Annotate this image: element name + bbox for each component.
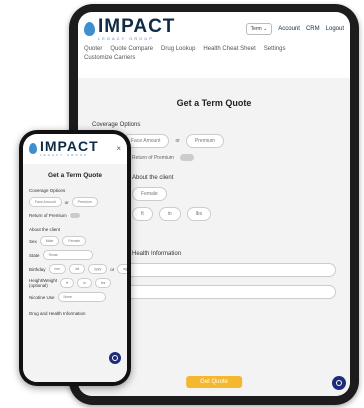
logo-subtext: LEGACY GROUP: [98, 36, 154, 41]
nav-quoter[interactable]: Quoter: [84, 46, 102, 52]
phone-logo-subtext: LEGACY GROUP: [40, 153, 88, 157]
phone-chat-button[interactable]: [109, 352, 121, 364]
close-icon[interactable]: ×: [116, 144, 121, 153]
phone-screen: IMPACT LEGACY GROUP × Get a Term Quote C…: [23, 134, 127, 382]
height-in-field[interactable]: in: [158, 207, 181, 221]
phone-sex-label: Sex: [29, 238, 37, 244]
phone-rop-label: Return of Premium: [29, 213, 67, 218]
crm-link[interactable]: CRM: [306, 26, 320, 32]
chat-icon: [336, 380, 342, 386]
phone-health-label: Drug and Health Information: [29, 311, 86, 316]
phone-nicotine-label: Nicotine Use: [29, 294, 55, 300]
nav-health-cheat-sheet[interactable]: Health Cheat Sheet: [203, 46, 255, 52]
return-of-premium-label: Return of Premium: [132, 154, 174, 161]
phone-state-select[interactable]: Texas: [42, 250, 93, 260]
phone-optional-label: (optional): [29, 283, 48, 288]
chat-icon: [112, 355, 118, 361]
or-label: or: [175, 138, 180, 144]
phone-logo[interactable]: IMPACT LEGACY GROUP: [29, 139, 99, 157]
about-client-label: About the client: [132, 175, 174, 181]
phone-device: IMPACT LEGACY GROUP × Get a Term Quote C…: [19, 130, 131, 386]
phone-about-label: About the client: [29, 227, 61, 232]
phone-nicotine-select[interactable]: None: [57, 292, 106, 302]
drop-icon: [29, 142, 37, 154]
phone-ft[interactable]: ft: [60, 278, 75, 288]
height-ft-field[interactable]: ft: [132, 207, 153, 221]
phone-header: IMPACT LEGACY GROUP ×: [23, 134, 127, 162]
form-title: Get a Term Quote: [176, 98, 252, 108]
phone-birthday-label: Birthday: [29, 266, 46, 272]
term-select[interactable]: Term ⌄: [245, 23, 273, 35]
phone-bday-mm[interactable]: mm: [48, 264, 67, 274]
phone-or: or: [64, 199, 69, 205]
phone-in[interactable]: in: [77, 278, 92, 288]
weight-lbs-field[interactable]: lbs: [186, 207, 212, 221]
phone-bday-yyyy[interactable]: yyyy: [88, 264, 108, 274]
female-button[interactable]: Female: [132, 187, 167, 201]
phone-age[interactable]: age: [117, 264, 127, 274]
drop-icon: [84, 22, 95, 36]
phone-rop-toggle[interactable]: [69, 213, 80, 218]
chat-button[interactable]: [332, 376, 346, 390]
chevron-down-icon: ⌄: [263, 26, 268, 32]
nav-settings[interactable]: Settings: [264, 46, 286, 52]
phone-male-button[interactable]: Male: [39, 236, 60, 246]
phone-state-value: Texas: [48, 253, 58, 257]
nav-customize-carriers[interactable]: Customize Carriers: [78, 52, 350, 64]
get-quote-button[interactable]: Get Quote: [186, 376, 242, 388]
return-of-premium-toggle[interactable]: [179, 154, 194, 161]
term-select-label: Term: [250, 26, 262, 32]
logo-text: IMPACT: [98, 16, 176, 37]
phone-nicotine-value: None: [63, 295, 72, 299]
phone-premium[interactable]: Premium: [71, 197, 98, 207]
phone-or2: or: [110, 266, 115, 272]
phone-face-amount[interactable]: Face Amount: [29, 197, 62, 207]
nav-quote-compare[interactable]: Quote Compare: [110, 46, 153, 52]
phone-state-label: State: [29, 252, 40, 258]
health-info-label: Health Information: [132, 251, 182, 257]
nav-drug-lookup[interactable]: Drug Lookup: [161, 46, 195, 52]
logout-link[interactable]: Logout: [326, 26, 344, 32]
phone-coverage-label: Coverage Options: [29, 188, 66, 193]
phone-female-button[interactable]: Female: [62, 236, 87, 246]
phone-bday-dd[interactable]: dd: [69, 264, 86, 274]
coverage-options-label: Coverage Options: [92, 122, 141, 128]
premium-field[interactable]: Premium: [185, 134, 224, 148]
tablet-header: IMPACT LEGACY GROUP Term ⌄ Account CRM L…: [78, 12, 350, 46]
phone-logo-text: IMPACT: [40, 138, 99, 154]
logo[interactable]: IMPACT LEGACY GROUP: [84, 17, 175, 41]
account-link[interactable]: Account: [278, 26, 300, 32]
phone-form: Get a Term Quote Coverage Options Face A…: [23, 164, 127, 382]
phone-lbs[interactable]: lbs: [94, 278, 112, 288]
phone-form-title: Get a Term Quote: [47, 172, 103, 179]
